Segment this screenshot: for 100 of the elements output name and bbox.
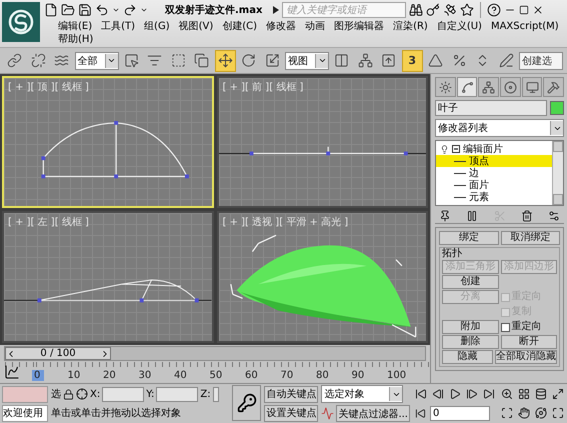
menu-item[interactable]: 帮助(H)	[58, 34, 94, 46]
trash-icon[interactable]	[520, 210, 533, 222]
maximize-viewport-button[interactable]	[550, 406, 565, 420]
key-icon[interactable]	[426, 3, 440, 17]
scale-icon	[264, 53, 280, 68]
zoom-extents-all-button[interactable]	[550, 386, 565, 402]
binoculars-icon[interactable]	[409, 3, 424, 17]
panel-button[interactable]: 断开	[500, 335, 557, 349]
field-of-view-button[interactable]	[499, 406, 514, 420]
pan-button[interactable]	[516, 406, 531, 420]
stack-sub-item[interactable]: 面片	[436, 179, 552, 191]
panel-tab[interactable]	[478, 77, 500, 97]
coord-field[interactable]	[212, 386, 219, 402]
curve-editor-icon[interactable]	[4, 364, 20, 380]
menu-item[interactable]: 修改器	[266, 21, 296, 33]
panel-tab[interactable]	[543, 77, 564, 97]
lock-icon[interactable]	[63, 388, 74, 400]
new-file-icon[interactable]	[44, 3, 58, 17]
set-key-mode-button[interactable]: 设置关键点	[264, 404, 318, 422]
stack-item[interactable]: 编辑面片	[436, 143, 552, 155]
checkbox-option[interactable]: 重定向	[500, 320, 557, 334]
skip-forward-icon	[482, 388, 494, 400]
menu-item[interactable]: 自定义(U)	[436, 21, 482, 33]
menu-item[interactable]: 组(G)	[144, 21, 170, 33]
redo-icon[interactable]	[123, 3, 137, 17]
auto-key-button[interactable]: 自动关键点	[264, 386, 318, 402]
sun-icon	[438, 80, 452, 94]
zoom-all-button[interactable]	[516, 386, 531, 402]
welcome-field[interactable]: 欢迎使用	[2, 404, 48, 422]
undo-icon[interactable]	[95, 3, 109, 17]
stack-sub-item[interactable]: 边	[436, 167, 552, 179]
maximize-icon[interactable]	[519, 5, 530, 15]
panel-tab[interactable]	[522, 77, 542, 97]
caret-icon[interactable]	[140, 6, 148, 14]
help-icon[interactable]	[487, 3, 502, 17]
modifier-list-dropdown[interactable]: 修改器列表	[435, 119, 564, 137]
crosshair-icon[interactable]	[76, 388, 88, 400]
coord-field[interactable]	[102, 386, 144, 402]
frame-tick-label: 80	[316, 370, 330, 381]
arrow-box-icon	[381, 53, 396, 68]
pin-icon[interactable]	[439, 210, 451, 222]
arrow-icon	[273, 6, 280, 14]
panel-button[interactable]: 全部取消隐藏	[495, 350, 557, 364]
panel-button[interactable]: 绑定	[439, 231, 498, 245]
zoom-button[interactable]	[499, 386, 514, 402]
frame-tick-label: 10	[68, 370, 82, 381]
star-icon[interactable]	[460, 3, 474, 17]
previous-frame-button[interactable]	[430, 386, 445, 402]
panel-button[interactable]: 取消绑定	[500, 231, 560, 245]
satellite-icon[interactable]	[443, 3, 458, 17]
named-selection-field[interactable]: 创建选	[519, 52, 563, 70]
panel-tab[interactable]	[435, 77, 456, 97]
dropdown[interactable]: 全部	[74, 52, 118, 70]
menu-item[interactable]: MAXScript(M)	[490, 21, 559, 33]
open-folder-icon[interactable]	[61, 3, 75, 17]
next-frame-button[interactable]	[464, 386, 479, 402]
coord-field[interactable]	[156, 386, 198, 402]
menu-item[interactable]: 视图(V)	[178, 21, 214, 33]
stack-sub-item[interactable]: 元素	[436, 191, 552, 203]
set-key-button[interactable]	[232, 385, 262, 421]
panel-button[interactable]: 创建	[442, 275, 498, 289]
time-slider-thumb[interactable]: 0 / 100	[5, 347, 111, 360]
caret-icon[interactable]	[112, 6, 120, 14]
zoom-extents-button[interactable]	[533, 386, 548, 402]
configure-icon[interactable]	[548, 210, 560, 222]
curve-icon[interactable]	[321, 407, 334, 420]
percent-icon	[452, 53, 467, 68]
menu-item[interactable]: 图形编辑器	[334, 21, 384, 33]
panel-button[interactable]: 附加	[442, 320, 498, 334]
object-name-field[interactable]: 叶子	[435, 100, 547, 116]
close-icon[interactable]	[532, 4, 544, 16]
menu-item[interactable]: 工具(T)	[101, 21, 136, 33]
panel-button[interactable]: 隐藏	[442, 350, 493, 364]
search-field[interactable]: 键入关键字或短语	[282, 2, 406, 18]
object-color-swatch[interactable]	[550, 101, 564, 115]
menu-item[interactable]: 动画	[305, 21, 326, 33]
go-to-start-button[interactable]	[413, 386, 428, 402]
move-button[interactable]	[214, 50, 236, 72]
menu-item[interactable]: 渲染(R)	[393, 21, 428, 33]
collapse-icon[interactable]	[452, 145, 460, 153]
coord-label: Z:	[200, 388, 211, 400]
scrollbar[interactable]	[552, 141, 563, 205]
go-to-end-button[interactable]	[481, 386, 496, 402]
snap-button[interactable]: 3	[402, 50, 423, 72]
frame-tick-label: 70	[280, 370, 294, 381]
panel-tab[interactable]	[456, 77, 478, 97]
menu-item[interactable]: 编辑(E)	[58, 21, 92, 33]
dropdown[interactable]: 视图	[285, 52, 329, 70]
save-icon[interactable]	[78, 3, 92, 17]
app-logo[interactable]	[2, 2, 40, 42]
stack-sub-item[interactable]: 顶点	[436, 155, 552, 167]
panel-tab[interactable]	[500, 77, 521, 97]
menu-item[interactable]: 创建(C)	[222, 21, 258, 33]
key-filters-button[interactable]: 关键点过滤器...	[336, 405, 410, 422]
orbit-button[interactable]	[533, 406, 548, 420]
bars-icon[interactable]	[466, 210, 478, 222]
key-mode-dropdown[interactable]: 选定对象	[321, 385, 404, 403]
panel-button[interactable]: 删除	[442, 335, 498, 349]
key-icon	[236, 393, 257, 413]
frame-field[interactable]: 0	[430, 406, 490, 420]
